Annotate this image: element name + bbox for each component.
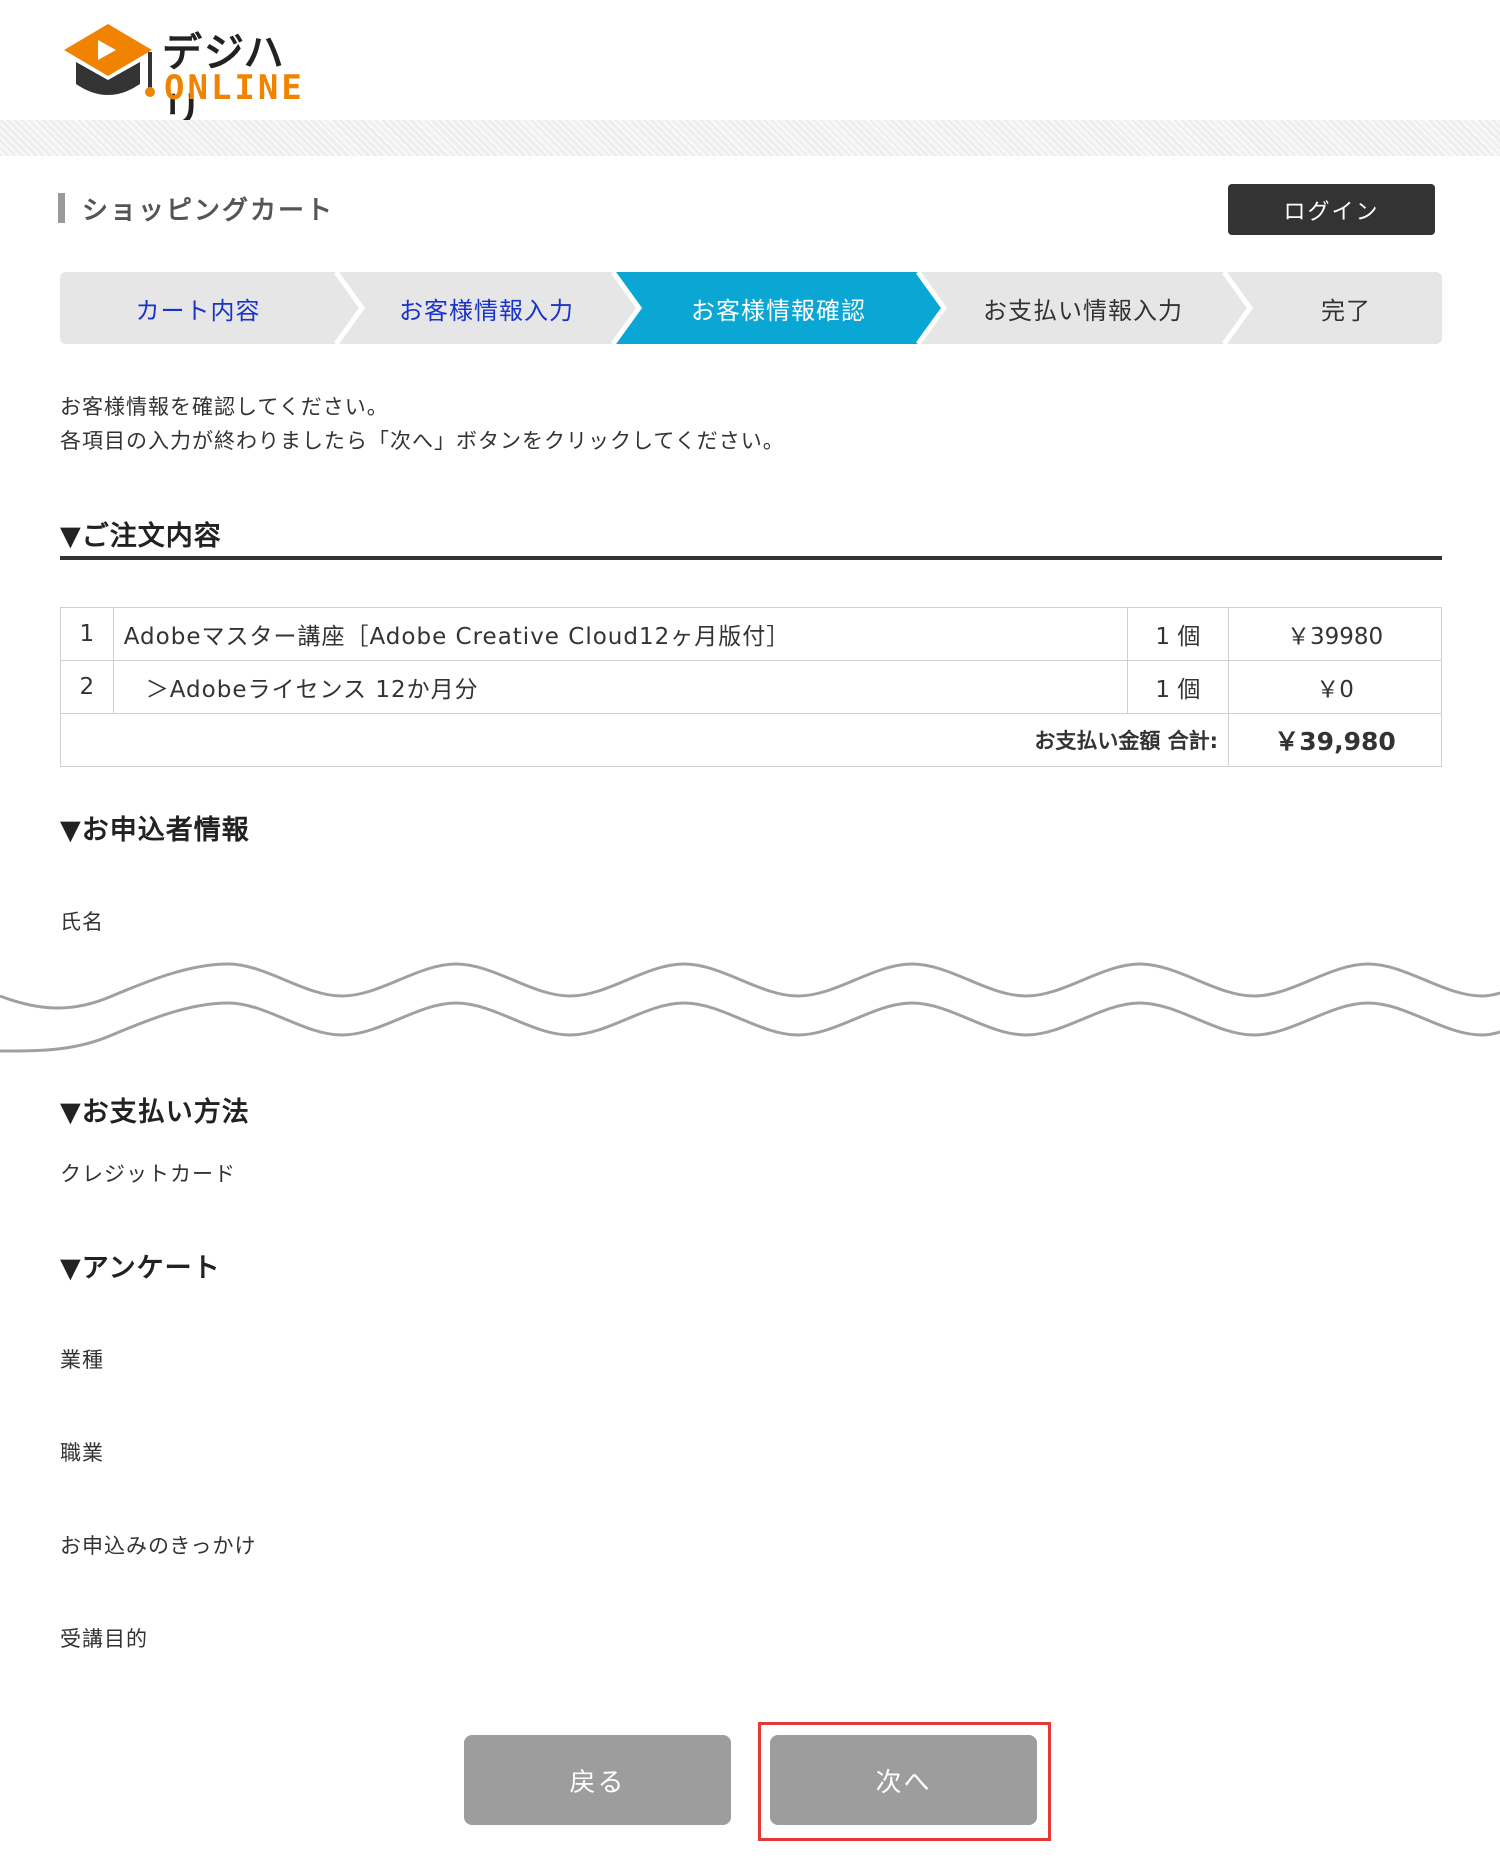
step-customer-input[interactable]: お客様情報入力: [360, 272, 613, 344]
total-label: お支払い金額 合計:: [59, 713, 1230, 767]
title-accent-bar: [58, 193, 65, 223]
survey-trigger-label: お申込みのきっかけ: [60, 1534, 257, 1558]
row-number: 2: [60, 660, 114, 714]
login-button[interactable]: ログイン: [1228, 184, 1435, 235]
product-price: ￥0: [1228, 660, 1442, 714]
total-amount: ￥39,980: [1228, 713, 1442, 767]
survey-purpose-label: 受講目的: [60, 1627, 148, 1651]
intro-line-2: 各項目の入力が終わりましたら「次へ」ボタンをクリックしてください。: [60, 429, 785, 453]
graduation-cap-play-icon: [64, 24, 155, 97]
survey-heading: ▼アンケート: [60, 1253, 221, 1284]
order-table: 1 Adobeマスター講座［Adobe Creative Cloud12ヶ月版付…: [59, 607, 1442, 767]
intro-text: お客様情報を確認してください。 各項目の入力が終わりましたら「次へ」ボタンをクリ…: [60, 390, 785, 458]
product-qty: 1 個: [1126, 660, 1230, 714]
intro-line-1: お客様情報を確認してください。: [60, 395, 389, 419]
survey-occupation-label: 職業: [60, 1441, 104, 1465]
order-heading: ▼ご注文内容: [60, 521, 222, 552]
table-row: 2 ＞Adobeライセンス 12か月分 1 個 ￥0: [60, 660, 1442, 714]
order-heading-rule: [60, 556, 1442, 560]
table-row: 1 Adobeマスター講座［Adobe Creative Cloud12ヶ月版付…: [60, 607, 1442, 661]
header-divider-band: [0, 120, 1500, 156]
step-payment-input: お支払い情報入力: [983, 296, 1183, 325]
product-price: ￥39980: [1228, 607, 1442, 661]
name-label: 氏名: [60, 910, 104, 934]
step-complete: 完了: [1321, 296, 1371, 325]
applicant-heading: ▼お申込者情報: [60, 815, 250, 846]
payment-method: クレジットカード: [60, 1162, 236, 1186]
wave-divider: [0, 962, 1500, 1053]
step-customer-confirm: お客様情報確認: [691, 296, 866, 325]
site-logo[interactable]: デジハリ ONLINE: [60, 18, 302, 134]
product-name: ＞Adobeライセンス 12か月分: [112, 660, 1128, 714]
payment-heading: ▼お支払い方法: [60, 1097, 250, 1128]
back-button[interactable]: 戻る: [464, 1735, 731, 1825]
checkout-steps: カート内容 お客様情報入力 お客様情報確認 お支払い情報入力 完了: [60, 272, 1442, 344]
survey-industry-label: 業種: [60, 1348, 104, 1372]
product-name: Adobeマスター講座［Adobe Creative Cloud12ヶ月版付］: [112, 607, 1128, 661]
next-button-highlight: [758, 1722, 1051, 1841]
logo-text-en: ONLINE: [164, 68, 305, 108]
step-cart[interactable]: カート内容: [60, 272, 336, 344]
row-number: 1: [60, 607, 114, 661]
product-qty: 1 個: [1126, 607, 1230, 661]
page-title: ショッピングカート: [82, 196, 335, 226]
total-row: お支払い金額 合計: ￥39,980: [59, 713, 1442, 767]
